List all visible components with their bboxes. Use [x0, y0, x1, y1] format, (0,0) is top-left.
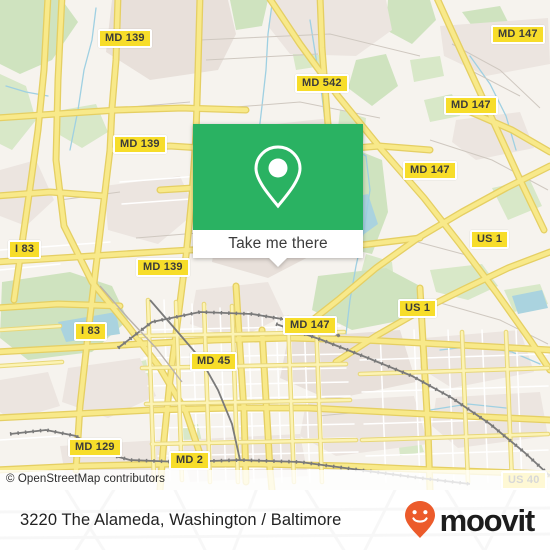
road-shield: MD 139: [113, 135, 167, 154]
moovit-logo[interactable]: moovit: [403, 500, 536, 540]
road-shield: MD 139: [136, 258, 190, 277]
road-shield: I 83: [8, 240, 42, 259]
popup-icon-area: [193, 124, 363, 230]
footer-bar: 3220 The Alameda, Washington / Baltimore…: [0, 490, 550, 550]
road-shield: MD 147: [403, 161, 457, 180]
road-shield: MD 139: [98, 29, 152, 48]
moovit-wordmark: moovit: [439, 502, 536, 538]
map-attribution[interactable]: © OpenStreetMap contributors: [0, 470, 550, 490]
road-shield: MD 147: [444, 96, 498, 115]
take-me-there-button[interactable]: Take me there: [193, 230, 363, 258]
road-shield: MD 2: [169, 451, 211, 470]
road-shield: MD 45: [190, 352, 238, 371]
road-shield: MD 147: [491, 25, 545, 44]
road-shield: US 1: [398, 299, 438, 318]
address-label: 3220 The Alameda, Washington / Baltimore: [20, 510, 342, 529]
road-shield: MD 542: [295, 74, 349, 93]
road-shield: I 83: [74, 322, 108, 341]
map-result-page: .park { fill:#cfe3bf; } .park2 { fill:#d…: [0, 0, 550, 550]
road-shield: US 1: [470, 230, 510, 249]
road-shield: MD 147: [283, 316, 337, 335]
map-pin-icon: [254, 145, 302, 209]
popup-pointer: [269, 258, 287, 267]
moovit-smiley-pin-icon: [404, 501, 435, 538]
road-shield: MD 129: [68, 438, 122, 457]
location-popup-card[interactable]: Take me there: [193, 124, 363, 267]
